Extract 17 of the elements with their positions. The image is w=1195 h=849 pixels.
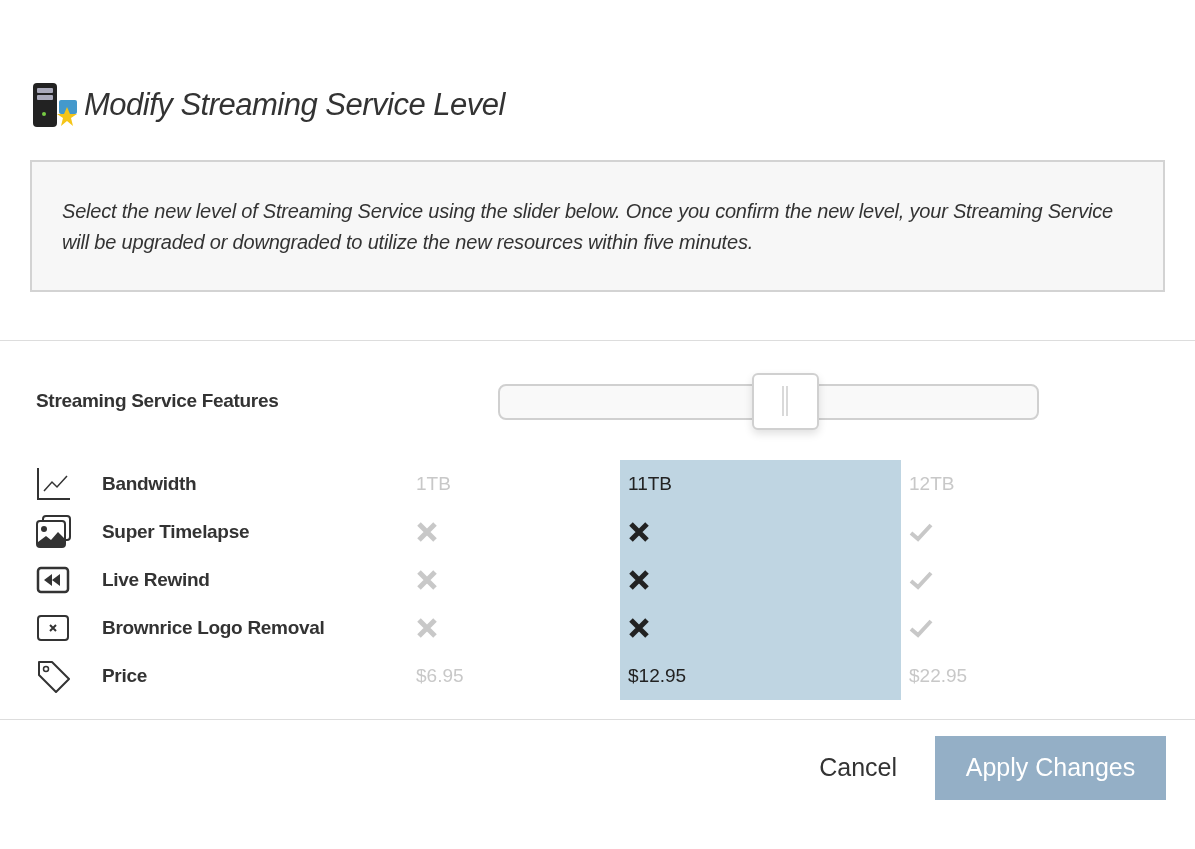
feature-label: Brownrice Logo Removal <box>102 615 325 640</box>
feature-label: Price <box>102 663 147 688</box>
slider-thumb[interactable] <box>751 373 819 430</box>
feature-label: Live Rewind <box>102 567 210 592</box>
tier-value: 11TB <box>628 471 672 496</box>
dialog-title: Modify Streaming Service Level <box>84 86 505 124</box>
feature-label: Super Timelapse <box>102 519 250 544</box>
feature-label: Bandwidth <box>102 471 197 496</box>
features-heading: Streaming Service Features <box>36 389 280 414</box>
chart-icon <box>36 467 72 501</box>
server-star-icon <box>30 80 80 130</box>
images-icon <box>36 515 72 549</box>
cancel-button[interactable]: Cancel <box>819 749 897 787</box>
tier-value: $12.95 <box>628 663 687 688</box>
grip-icon <box>780 386 791 416</box>
tag-icon <box>36 659 72 693</box>
info-message: Select the new level of Streaming Service using the slider below. Once you confirm the new level, your Streaming Service will be upgraded or downgraded to utilize the new resources within five minutes. <box>30 160 1165 292</box>
